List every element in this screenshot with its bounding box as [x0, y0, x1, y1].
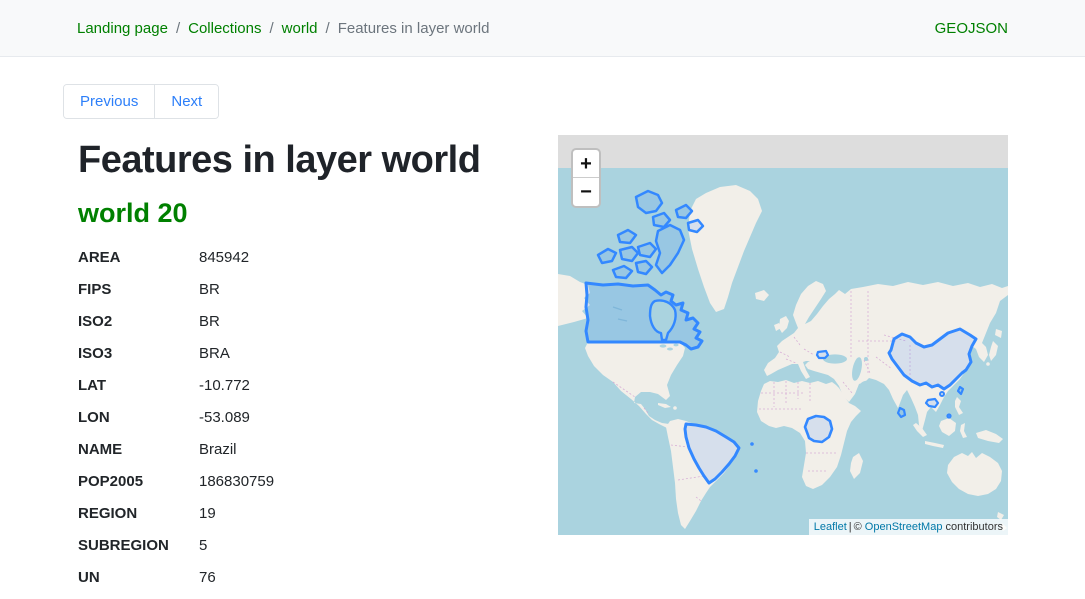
property-key: AREA: [78, 249, 199, 266]
geojson-format-link[interactable]: GEOJSON: [935, 20, 1008, 37]
table-row: ISO2 BR: [78, 306, 558, 338]
breadcrumb-current-page: Features in layer world: [338, 20, 490, 37]
property-value: 845942: [199, 249, 558, 266]
breadcrumb: Landing page / Collections / world / Fea…: [77, 20, 489, 37]
table-row: LAT -10.772: [78, 370, 558, 402]
property-key: LAT: [78, 377, 199, 394]
leaflet-link[interactable]: Leaflet: [814, 521, 847, 533]
table-row: REGION 19: [78, 498, 558, 530]
feature-dr-congo: [805, 416, 832, 442]
attribution-divider: |: [847, 521, 854, 533]
table-row: UN 76: [78, 562, 558, 594]
breadcrumb-link-world[interactable]: world: [282, 20, 318, 37]
openstreetmap-link[interactable]: OpenStreetMap: [865, 521, 943, 533]
table-row: NAME Brazil: [78, 434, 558, 466]
feature-china-hainan: [940, 392, 944, 396]
feature-sri-lanka: [898, 408, 905, 417]
feature-details: Features in layer world world 20 AREA 84…: [63, 119, 558, 594]
breadcrumb-link-landing-page[interactable]: Landing page: [77, 20, 168, 37]
map-attribution: Leaflet|© OpenStreetMap contributors: [809, 519, 1008, 535]
feature-brazil-island: [755, 470, 757, 472]
property-key: POP2005: [78, 473, 199, 490]
property-key: REGION: [78, 505, 199, 522]
property-value: -10.772: [199, 377, 558, 394]
breadcrumb-link-collections[interactable]: Collections: [188, 20, 261, 37]
table-row: SUBREGION 5: [78, 530, 558, 562]
feature-bulgaria: [817, 351, 828, 358]
page-title: Features in layer world: [78, 141, 558, 181]
property-value: BR: [199, 313, 558, 330]
previous-button[interactable]: Previous: [64, 85, 154, 118]
world-map[interactable]: [558, 135, 1008, 535]
property-key: NAME: [78, 441, 199, 458]
feature-brunei: [948, 415, 951, 418]
property-value: 19: [199, 505, 558, 522]
table-row: FIPS BR: [78, 274, 558, 306]
property-key: LON: [78, 409, 199, 426]
table-row: AREA 845942: [78, 242, 558, 274]
copyright-symbol: ©: [854, 521, 862, 533]
feature-properties-table: AREA 845942 FIPS BR ISO2 BR ISO3 BRA LAT: [78, 242, 558, 594]
contributors-label: contributors: [946, 521, 1003, 533]
property-key: ISO3: [78, 345, 199, 362]
main-content: Previous Next Features in layer world wo…: [63, 57, 1008, 594]
table-row: ISO3 BRA: [78, 338, 558, 370]
next-button[interactable]: Next: [154, 85, 218, 118]
breadcrumb-separator: /: [261, 20, 281, 37]
table-row: LON -53.089: [78, 402, 558, 434]
property-key: UN: [78, 569, 199, 586]
table-row: POP2005 186830759: [78, 466, 558, 498]
property-value: Brazil: [199, 441, 558, 458]
property-value: BRA: [199, 345, 558, 362]
property-value: -53.089: [199, 409, 558, 426]
pagination: Previous Next: [63, 84, 219, 119]
property-value: 76: [199, 569, 558, 586]
feature-id-link[interactable]: world 20: [78, 198, 188, 229]
feature-cambodia: [926, 399, 938, 407]
feature-brazil-island: [751, 443, 753, 445]
property-key: ISO2: [78, 313, 199, 330]
property-key: FIPS: [78, 281, 199, 298]
feature-taiwan: [958, 387, 963, 394]
property-value: BR: [199, 281, 558, 298]
zoom-in-button[interactable]: +: [573, 150, 599, 178]
leaflet-map[interactable]: + − Leaflet|© OpenStreetMap contributors: [558, 135, 1008, 535]
property-value: 5: [199, 537, 558, 554]
breadcrumb-separator: /: [318, 20, 338, 37]
breadcrumb-separator: /: [168, 20, 188, 37]
breadcrumb-bar: Landing page / Collections / world / Fea…: [0, 0, 1085, 57]
property-key: SUBREGION: [78, 537, 199, 554]
zoom-control: + −: [571, 148, 601, 208]
property-value: 186830759: [199, 473, 558, 490]
zoom-out-button[interactable]: −: [573, 178, 599, 206]
